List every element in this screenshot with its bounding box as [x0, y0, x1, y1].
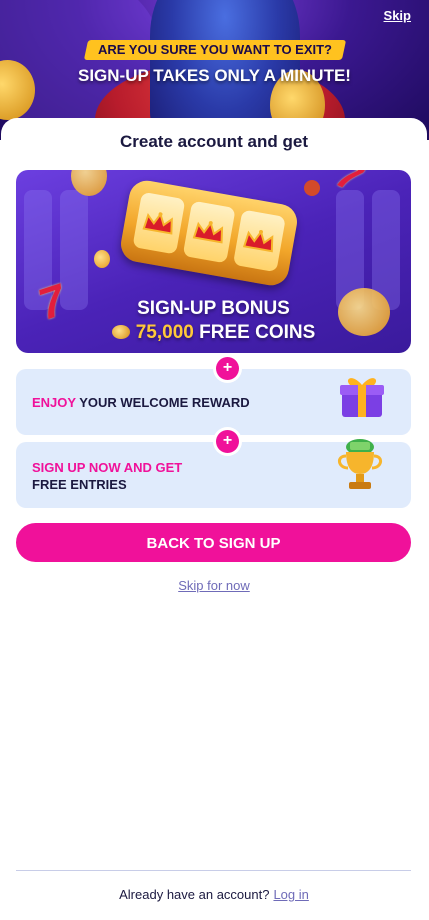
reel-window [232, 209, 286, 273]
bg-slot-machine [60, 190, 88, 310]
bonus-amount: 75,000 [135, 322, 194, 343]
login-footer: Already have an account? Log in [1, 887, 427, 902]
bonus-title: SIGN-UP BONUS [137, 298, 290, 319]
skip-link[interactable]: Skip [384, 8, 411, 23]
page-title: Create account and get [120, 132, 308, 151]
slot-reels-icon [118, 177, 300, 289]
skip-for-now-link[interactable]: Skip for now [1, 578, 427, 593]
perk-welcome-reward: + ENJOY YOUR WELCOME REWARD [16, 357, 411, 435]
coins-icon [111, 325, 130, 339]
perk-free-entries: + SIGN UP NOW AND GET FREE ENTRIES [16, 430, 411, 508]
login-link[interactable]: Log in [273, 887, 308, 902]
gift-icon [340, 378, 384, 417]
crown-icon [242, 229, 274, 253]
perk-highlight: SIGN UP NOW AND GET [32, 460, 183, 475]
perk-label: YOUR WELCOME REWARD [79, 395, 250, 410]
slot-lever-icon [304, 180, 320, 196]
bonus-coins-label: FREE COINS [199, 322, 316, 343]
signup-bonus-card: 7 7 SIGN-UP BONUS 75,000 FREE COINS [16, 170, 411, 353]
trophy-icon [338, 439, 382, 489]
back-to-signup-button[interactable]: BACK TO SIGN UP [16, 523, 411, 562]
perk-text: SIGN UP NOW AND GET FREE ENTRIES [32, 459, 182, 493]
perk-label: FREE ENTRIES [32, 477, 127, 492]
account-question: Already have an account? [119, 887, 270, 902]
signup-note: SIGN-UP TAKES ONLY A MINUTE! [78, 66, 351, 85]
bonus-amount-line: 75,000 FREE COINS [16, 322, 411, 344]
perk-highlight: ENJOY [32, 395, 76, 410]
exit-question: ARE YOU SURE YOU WANT TO EXIT? [97, 42, 333, 57]
plus-icon: + [216, 430, 239, 453]
signup-sheet: Create account and get 7 7 SIGN-UP BONUS… [1, 118, 427, 920]
crown-icon [192, 220, 224, 244]
perk-text: ENJOY YOUR WELCOME REWARD [32, 395, 250, 410]
reel-window [132, 191, 186, 255]
divider [16, 870, 411, 871]
plus-icon: + [216, 357, 239, 380]
gold-coin [94, 250, 110, 268]
reel-window [182, 200, 236, 264]
crown-icon [142, 212, 173, 235]
